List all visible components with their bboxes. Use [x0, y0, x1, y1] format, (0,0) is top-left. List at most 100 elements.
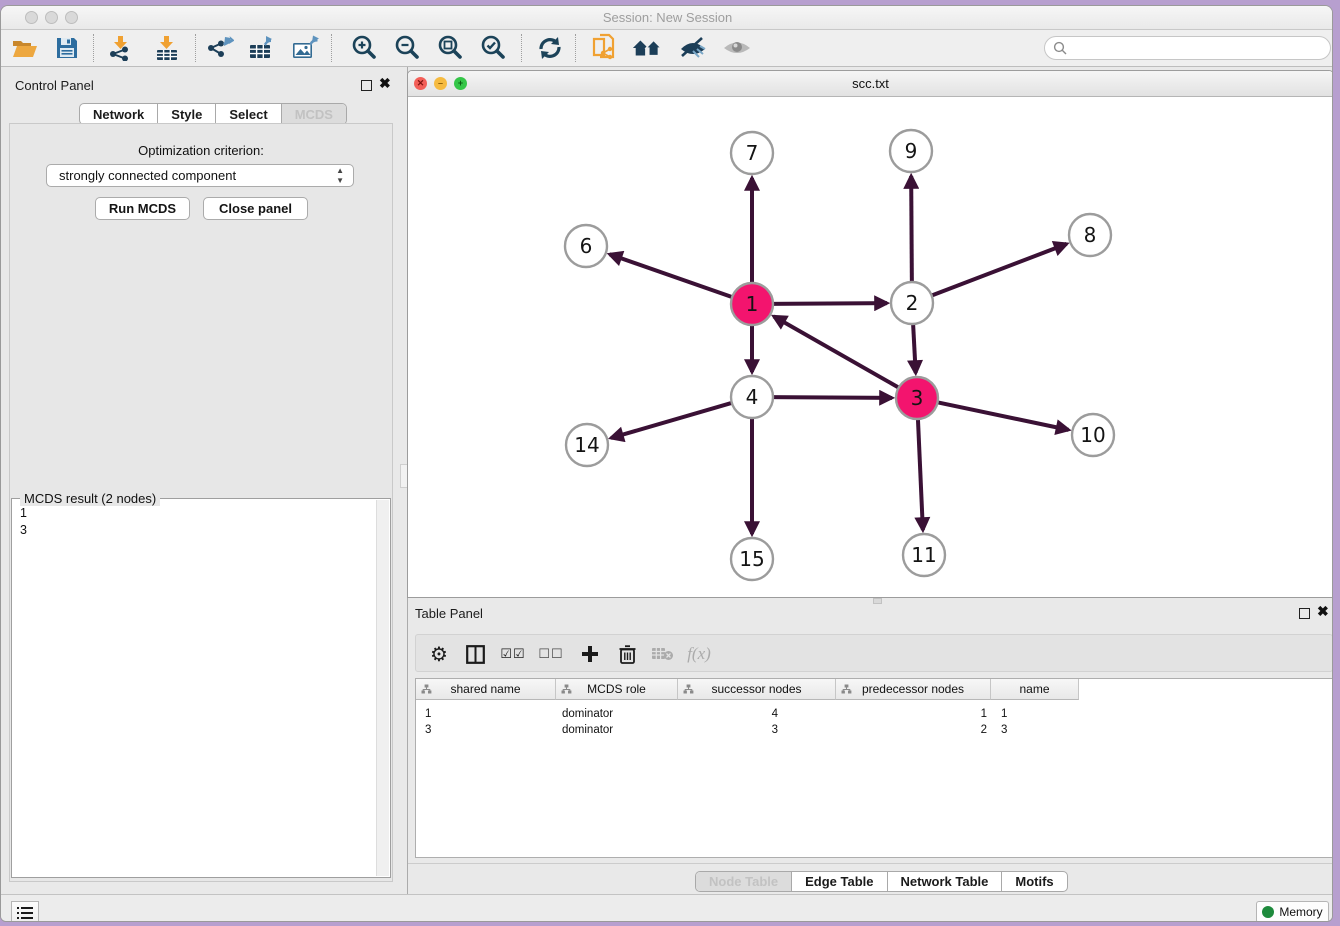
hide-selected-eye-icon[interactable]	[677, 33, 709, 63]
tab-network-table[interactable]: Network Table	[887, 872, 1002, 891]
graph-node-label: 10	[1080, 423, 1105, 447]
table-panel-tabs: Node Table Edge Table Network Table Moti…	[695, 871, 1068, 892]
deselect-checkboxes-icon[interactable]: ☐☐	[536, 639, 566, 669]
table-panel-divider	[408, 863, 1333, 864]
cell-name: 1	[991, 706, 1079, 722]
cell-shared-name: 1	[416, 706, 556, 722]
search-input[interactable]	[1073, 39, 1323, 57]
refresh-icon[interactable]	[534, 33, 566, 63]
column-header-successor-nodes[interactable]: successor nodes	[678, 679, 836, 700]
first-neighbors-icon[interactable]	[589, 33, 621, 63]
main-toolbar	[1, 30, 1333, 67]
zoom-in-icon[interactable]	[348, 33, 380, 63]
graph-node-10[interactable]: 10	[1072, 414, 1114, 456]
delete-column-trash-icon[interactable]	[612, 639, 642, 669]
table-row[interactable]: 3 dominator 3 2 3	[416, 722, 1079, 738]
control-panel-close-icon[interactable]: ✖	[379, 78, 391, 89]
tab-edge-table[interactable]: Edge Table	[791, 872, 886, 891]
run-mcds-button[interactable]: Run MCDS	[95, 197, 190, 220]
cell-mcds-role: dominator	[556, 706, 678, 722]
graph-edge-4-3[interactable]	[771, 397, 892, 398]
toolbar-separator	[521, 34, 522, 62]
open-session-icon[interactable]	[9, 33, 41, 63]
import-network-icon[interactable]	[105, 33, 137, 63]
add-column-icon[interactable]	[575, 639, 605, 669]
show-all-eye-icon[interactable]	[721, 33, 753, 63]
optimization-criterion-select[interactable]: strongly connected component ▲▼	[46, 164, 354, 187]
search-field[interactable]	[1044, 36, 1331, 60]
horizontal-splitter-handle[interactable]	[873, 598, 882, 604]
tab-motifs[interactable]: Motifs	[1001, 872, 1066, 891]
graph-node-label: 3	[911, 386, 924, 410]
network-graph[interactable]: 1 2 3 4 6 7 8 9 10 11 14 15	[408, 97, 1333, 598]
column-header-shared-name[interactable]: shared name	[416, 679, 556, 700]
tab-mcds[interactable]: MCDS	[281, 104, 346, 124]
graph-edge-2-8[interactable]	[930, 244, 1067, 296]
tab-select[interactable]: Select	[215, 104, 280, 124]
split-view-icon[interactable]	[460, 639, 490, 669]
result-scrollbar[interactable]	[376, 500, 389, 876]
home-layout-icon[interactable]	[631, 33, 663, 63]
delete-table-icon[interactable]	[648, 639, 678, 669]
zoom-out-icon[interactable]	[391, 33, 423, 63]
column-type-icon	[683, 684, 694, 694]
column-header-predecessor-nodes[interactable]: predecessor nodes	[836, 679, 991, 700]
graph-node-1[interactable]: 1	[731, 283, 773, 325]
export-network-icon[interactable]	[204, 33, 236, 63]
tab-node-table[interactable]: Node Table	[696, 872, 791, 891]
export-image-icon[interactable]	[290, 33, 322, 63]
cell-shared-name: 3	[416, 722, 556, 738]
graph-node-11[interactable]: 11	[903, 534, 945, 576]
control-panel-float-icon[interactable]	[361, 80, 372, 91]
graph-edge-1-2[interactable]	[771, 303, 887, 304]
chevron-up-down-icon: ▲▼	[336, 166, 344, 186]
mcds-result-box: MCDS result (2 nodes) 1 3	[11, 498, 391, 878]
toolbar-separator	[195, 34, 196, 62]
close-panel-button[interactable]: Close panel	[203, 197, 308, 220]
table-panel-float-icon[interactable]	[1299, 608, 1310, 619]
zoom-fit-icon[interactable]	[434, 33, 466, 63]
cell-predecessor-nodes: 1	[836, 706, 991, 722]
graph-node-4[interactable]: 4	[731, 376, 773, 418]
tab-network[interactable]: Network	[80, 104, 157, 124]
graph-node-label: 14	[574, 433, 599, 457]
graph-edge-3-10[interactable]	[936, 402, 1069, 430]
graph-edge-2-9[interactable]	[911, 176, 912, 284]
search-icon	[1053, 41, 1068, 56]
graph-edge-4-14[interactable]	[611, 402, 734, 438]
zoom-selected-icon[interactable]	[477, 33, 509, 63]
tab-style[interactable]: Style	[157, 104, 215, 124]
memory-button[interactable]: Memory	[1256, 901, 1329, 922]
memory-status-icon	[1262, 906, 1274, 918]
graph-node-label: 9	[905, 139, 918, 163]
table-row[interactable]: 1 dominator 4 1 1	[416, 706, 1079, 722]
column-header-mcds-role[interactable]: MCDS role	[556, 679, 678, 700]
graph-node-label: 15	[739, 547, 764, 571]
graph-node-3[interactable]: 3	[896, 377, 938, 419]
graph-node-7[interactable]: 7	[731, 132, 773, 174]
graph-edge-2-3[interactable]	[913, 322, 916, 373]
export-table-icon[interactable]	[247, 33, 279, 63]
graph-node-8[interactable]: 8	[1069, 214, 1111, 256]
control-panel-title: Control Panel	[15, 78, 94, 93]
table-panel-close-icon[interactable]: ✖	[1317, 606, 1329, 617]
task-history-button[interactable]	[11, 901, 39, 922]
graph-node-2[interactable]: 2	[891, 282, 933, 324]
graph-node-9[interactable]: 9	[890, 130, 932, 172]
toolbar-separator	[93, 34, 94, 62]
graph-node-15[interactable]: 15	[731, 538, 773, 580]
graph-edge-3-11[interactable]	[918, 417, 923, 530]
settings-gear-icon[interactable]: ⚙	[424, 639, 454, 669]
import-table-icon[interactable]	[151, 33, 183, 63]
graph-edge-3-1[interactable]	[774, 316, 901, 388]
graph-edge-1-6[interactable]	[610, 254, 734, 297]
column-type-icon	[421, 684, 432, 694]
graph-node-6[interactable]: 6	[565, 225, 607, 267]
table-panel-title: Table Panel	[415, 606, 483, 621]
graph-node-14[interactable]: 14	[566, 424, 608, 466]
column-header-name[interactable]: name	[991, 679, 1079, 700]
select-all-checkboxes-icon[interactable]: ☑☑	[498, 639, 528, 669]
cell-name: 3	[991, 722, 1079, 738]
save-session-icon[interactable]	[51, 33, 83, 63]
function-builder-icon[interactable]: f(x)	[684, 639, 714, 669]
